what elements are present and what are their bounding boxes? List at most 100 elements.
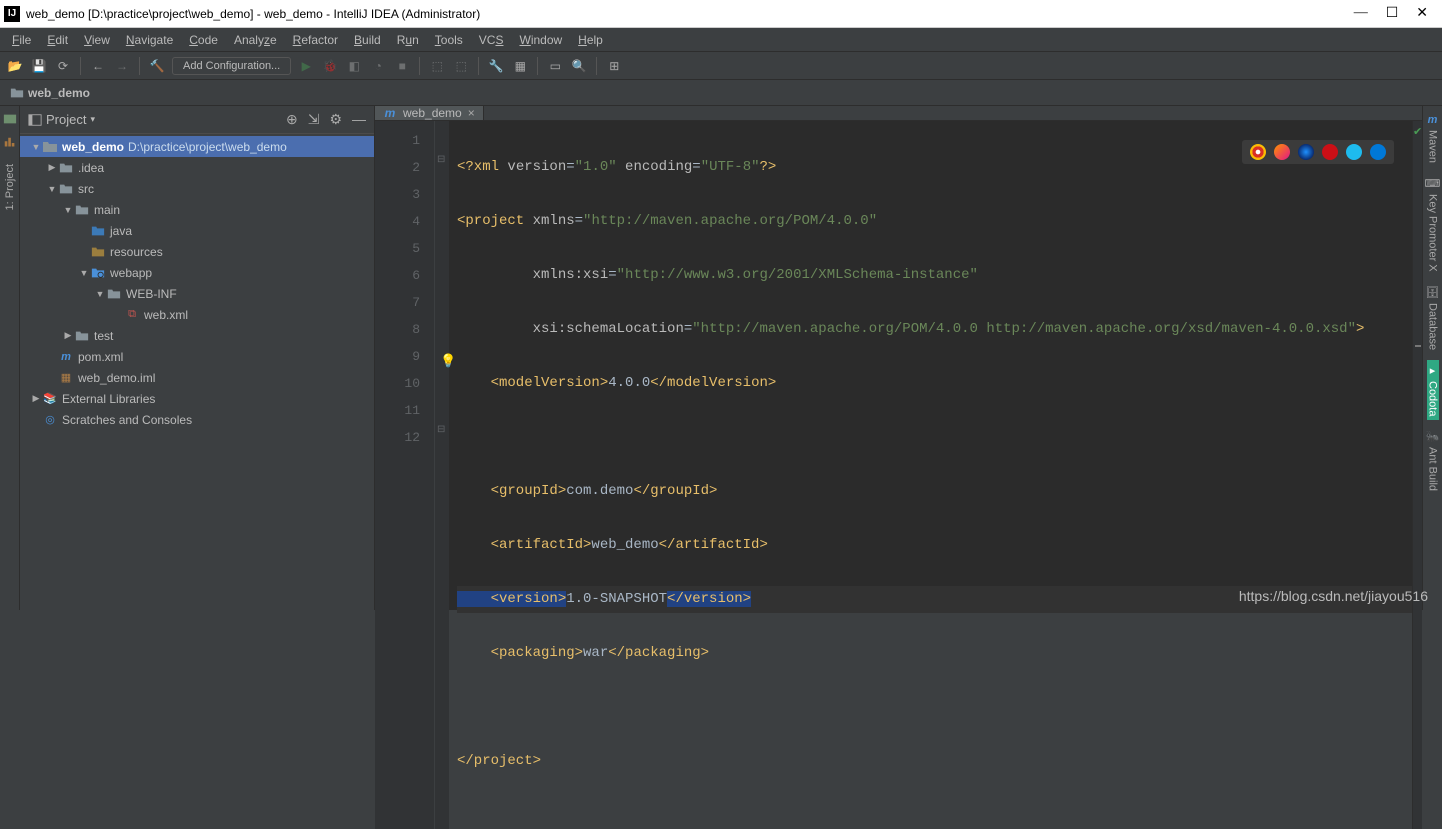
ie-icon[interactable] — [1346, 144, 1362, 160]
app-icon: IJ — [4, 6, 20, 22]
separator — [80, 57, 81, 75]
window-title: web_demo [D:\practice\project\web_demo] … — [26, 7, 1354, 21]
menu-file[interactable]: File — [6, 31, 37, 49]
separator — [419, 57, 420, 75]
back-icon[interactable]: ← — [89, 57, 107, 75]
project-view-icon — [28, 113, 42, 127]
project-tool-button[interactable]: 1: Project — [4, 160, 16, 214]
maximize-button[interactable]: ☐ — [1386, 5, 1399, 22]
gear-icon[interactable]: ⚙ — [329, 111, 342, 128]
intention-bulb-icon[interactable]: 💡 — [440, 348, 456, 375]
hide-icon[interactable]: — — [352, 111, 366, 128]
safari-icon[interactable] — [1298, 144, 1314, 160]
maven-tool-button[interactable]: mMaven — [1427, 110, 1439, 167]
tree-root[interactable]: ▼ web_demo D:\practice\project\web_demo — [20, 136, 374, 157]
update-icon[interactable]: ⬚ — [428, 57, 446, 75]
tree-webxml[interactable]: ⧉ web.xml — [20, 304, 374, 325]
statistics-icon[interactable] — [3, 136, 17, 150]
plugin-icon[interactable]: ⊞ — [605, 57, 623, 75]
debug-icon[interactable]: 🐞 — [321, 57, 339, 75]
edge-icon[interactable] — [1370, 144, 1386, 160]
marker-icon[interactable] — [1415, 345, 1421, 347]
menu-edit[interactable]: Edit — [41, 31, 74, 49]
main-toolbar: 📂 💾 ⟳ ← → 🔨 Add Configuration... ▶ 🐞 ◧ ◔… — [0, 52, 1442, 80]
menu-tools[interactable]: Tools — [429, 31, 469, 49]
menu-window[interactable]: Window — [513, 31, 568, 49]
fold-strip: ⊟ ⊟ — [435, 121, 449, 829]
menu-help[interactable]: Help — [572, 31, 609, 49]
target-icon[interactable]: ⊕ — [286, 111, 298, 128]
database-tool-button[interactable]: 🗄Database — [1426, 282, 1440, 354]
tree-java[interactable]: java — [20, 220, 374, 241]
tree-src[interactable]: ▼ src — [20, 178, 374, 199]
minimize-button[interactable]: — — [1354, 5, 1368, 22]
tree-webapp[interactable]: ▼ webapp — [20, 262, 374, 283]
tree-resources[interactable]: resources — [20, 241, 374, 262]
ant-tool-button[interactable]: 🐜Ant Build — [1426, 426, 1440, 495]
window-titlebar: IJ web_demo [D:\practice\project\web_dem… — [0, 0, 1442, 28]
menu-analyze[interactable]: Analyze — [228, 31, 283, 49]
menu-bar: File Edit View Navigate Code Analyze Ref… — [0, 28, 1442, 52]
tree-idea[interactable]: ▶ .idea — [20, 157, 374, 178]
codota-icon[interactable]: ▭ — [546, 57, 564, 75]
watermark: https://blog.csdn.net/jiayou516 — [1239, 588, 1428, 604]
tree-main[interactable]: ▼ main — [20, 199, 374, 220]
separator — [537, 57, 538, 75]
error-stripe[interactable]: ✔ — [1412, 121, 1422, 829]
tree-test[interactable]: ▶ test — [20, 325, 374, 346]
tab-close-icon[interactable]: × — [468, 106, 475, 120]
project-panel-title[interactable]: Project — [46, 112, 86, 127]
menu-code[interactable]: Code — [183, 31, 224, 49]
close-button[interactable]: ✕ — [1416, 5, 1428, 22]
separator — [478, 57, 479, 75]
tab-label: web_demo — [403, 106, 462, 120]
save-icon[interactable]: 💾 — [30, 57, 48, 75]
profile-icon[interactable]: ◔ — [369, 57, 387, 75]
right-tool-strip: mMaven ⌨Key Promoter X 🗄Database ▸Codota… — [1422, 106, 1442, 610]
commit-icon[interactable]: ⬚ — [452, 57, 470, 75]
keypromoter-tool-button[interactable]: ⌨Key Promoter X — [1425, 173, 1441, 276]
structure-icon[interactable]: ▦ — [511, 57, 529, 75]
search-icon[interactable]: 🔍 — [570, 57, 588, 75]
wrench-icon[interactable]: 🔧 — [487, 57, 505, 75]
chrome-icon[interactable] — [1250, 144, 1266, 160]
firefox-icon[interactable] — [1274, 144, 1290, 160]
stop-icon[interactable]: ■ — [393, 57, 411, 75]
editor-area: m web_demo × 1 2 3 4 5 6 7 8 9 10 11 12 … — [375, 106, 1422, 610]
fold-open-icon[interactable]: ⊟ — [437, 154, 445, 165]
editor-tab-webdemo[interactable]: m web_demo × — [375, 106, 484, 120]
menu-vcs[interactable]: VCS — [473, 31, 510, 49]
coverage-icon[interactable]: ◧ — [345, 57, 363, 75]
menu-refactor[interactable]: Refactor — [287, 31, 344, 49]
fold-close-icon[interactable]: ⊟ — [437, 424, 445, 435]
menu-build[interactable]: Build — [348, 31, 387, 49]
breadcrumb-project[interactable]: web_demo — [28, 86, 90, 100]
mns-icon[interactable] — [3, 112, 17, 126]
tree-scratches[interactable]: ◎ Scratches and Consoles — [20, 409, 374, 430]
codota-tool-button[interactable]: ▸Codota — [1427, 360, 1439, 420]
menu-view[interactable]: View — [78, 31, 116, 49]
menu-navigate[interactable]: Navigate — [120, 31, 179, 49]
editor-tabs: m web_demo × — [375, 106, 1422, 121]
code-editor[interactable]: <?xml version="1.0" encoding="UTF-8"?> <… — [449, 121, 1412, 829]
analysis-ok-icon: ✔ — [1413, 125, 1422, 138]
project-panel: Project ▾ ⊕ ⇲ ⚙ — ▼ web_demo D:\practice… — [20, 106, 375, 610]
menu-run[interactable]: Run — [391, 31, 425, 49]
dropdown-arrow-icon[interactable]: ▾ — [90, 114, 95, 125]
refresh-icon[interactable]: ⟳ — [54, 57, 72, 75]
line-number-gutter: 1 2 3 4 5 6 7 8 9 10 11 12 💡 — [375, 121, 435, 829]
open-icon[interactable]: 📂 — [6, 57, 24, 75]
separator — [596, 57, 597, 75]
add-configuration-button[interactable]: Add Configuration... — [172, 57, 291, 75]
folder-icon — [10, 86, 24, 100]
project-tree[interactable]: ▼ web_demo D:\practice\project\web_demo … — [20, 134, 374, 610]
tree-pom[interactable]: m pom.xml — [20, 346, 374, 367]
tree-webinf[interactable]: ▼ WEB-INF — [20, 283, 374, 304]
run-icon[interactable]: ▶ — [297, 57, 315, 75]
opera-icon[interactable] — [1322, 144, 1338, 160]
forward-icon[interactable]: → — [113, 57, 131, 75]
hammer-icon[interactable]: 🔨 — [148, 57, 166, 75]
collapse-icon[interactable]: ⇲ — [308, 111, 320, 128]
tree-iml[interactable]: ▦ web_demo.iml — [20, 367, 374, 388]
tree-external-libs[interactable]: ▶ 📚 External Libraries — [20, 388, 374, 409]
